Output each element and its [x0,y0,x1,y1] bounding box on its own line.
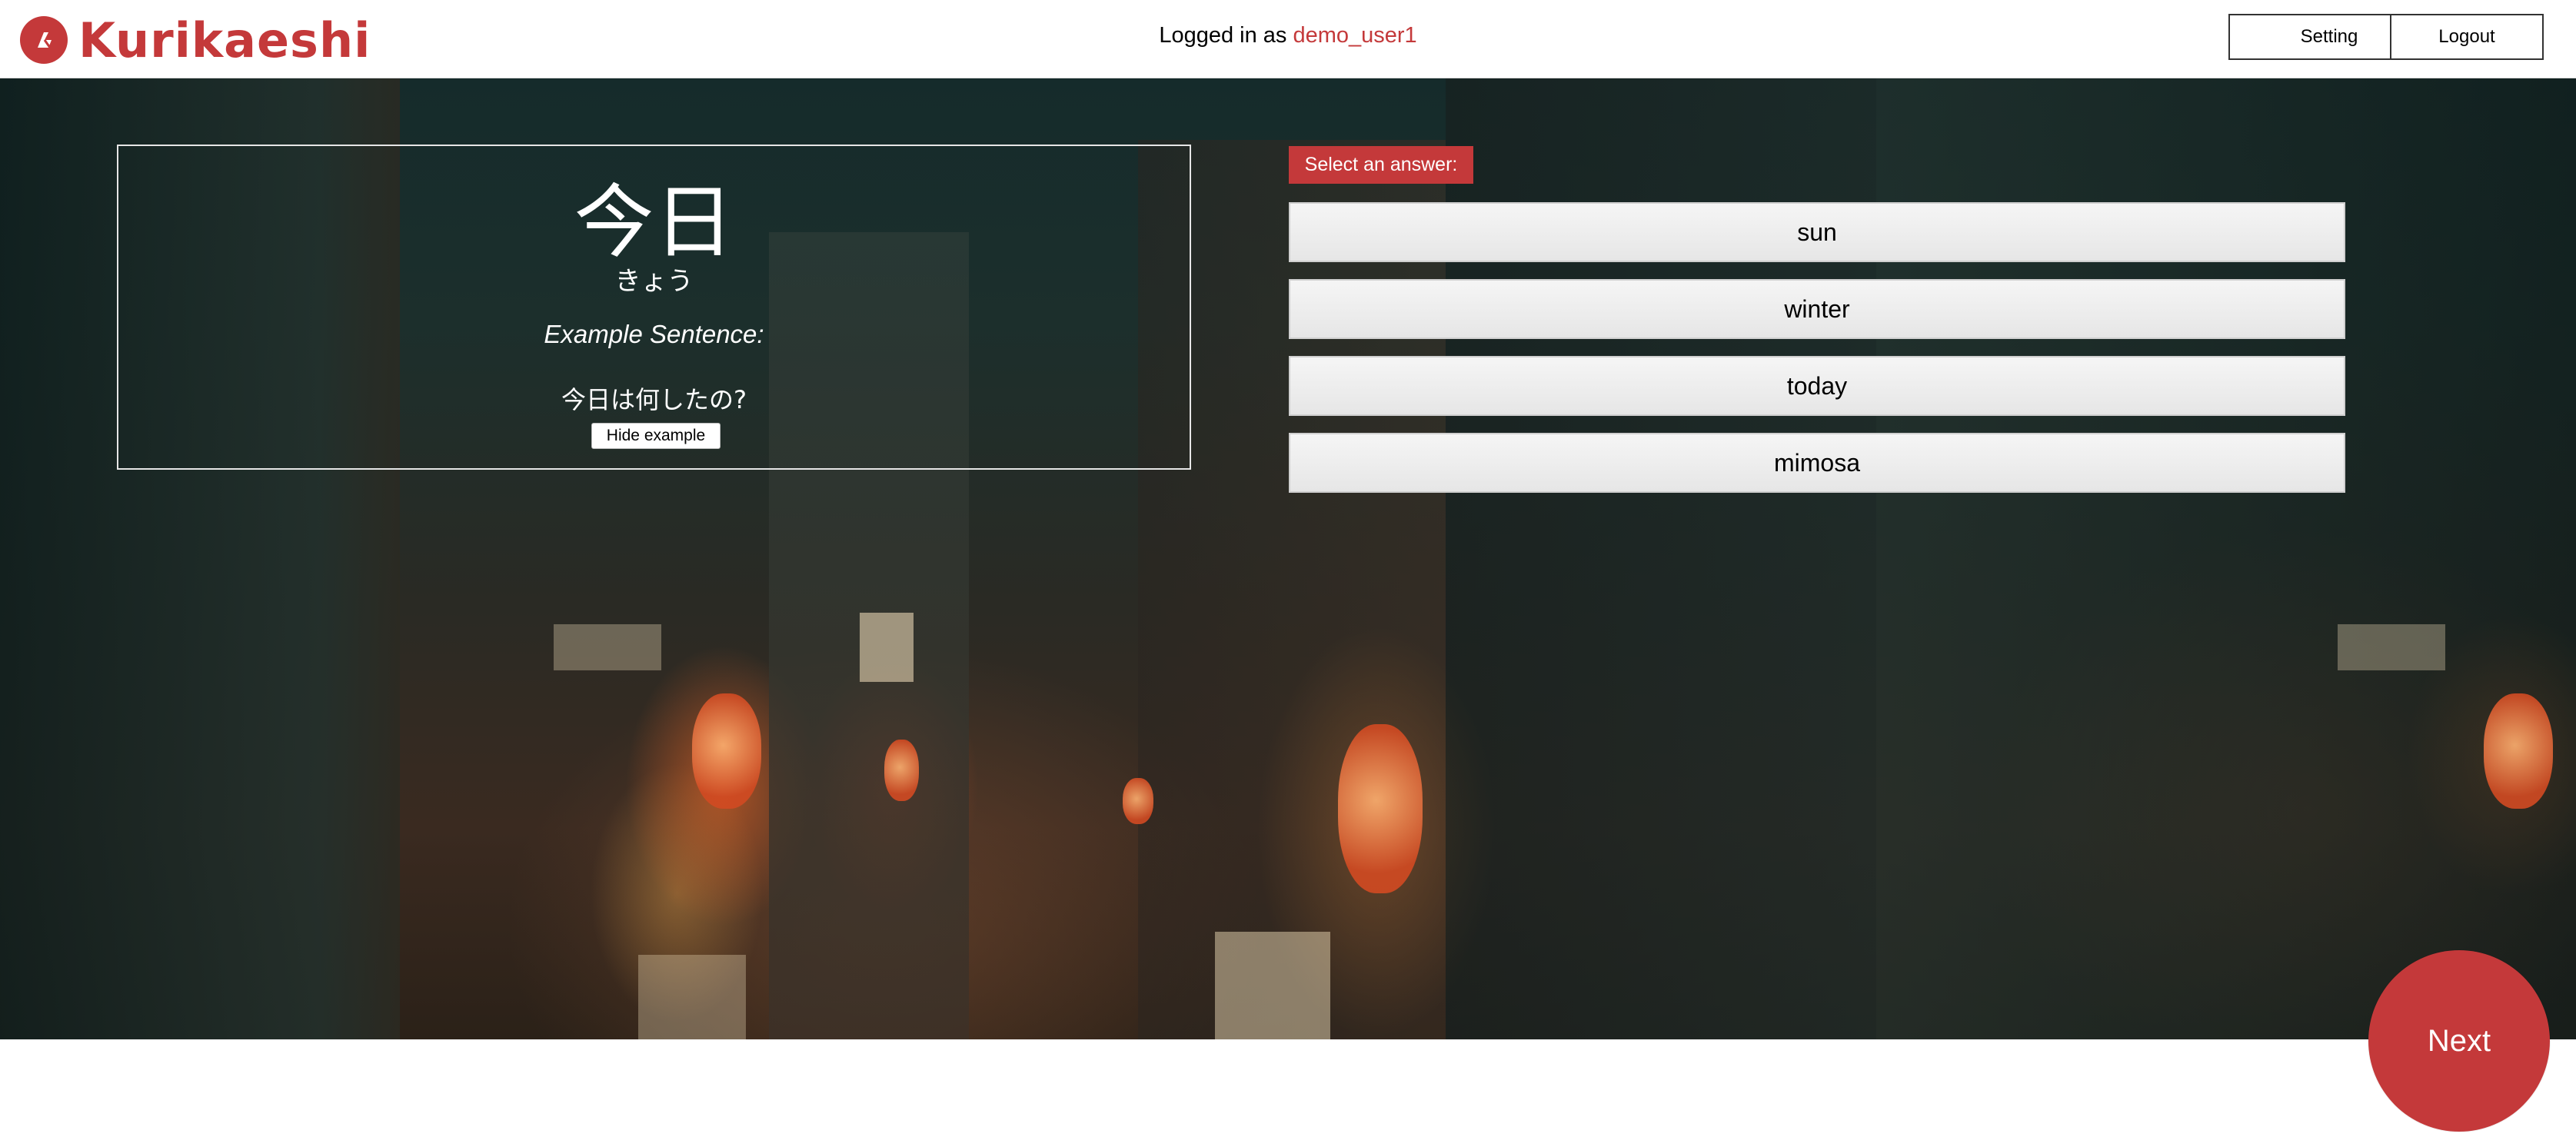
example-sentence: 今日は何したの? [561,385,747,414]
example-label: Example Sentence: [544,320,764,348]
next-button[interactable]: Next [2368,950,2550,1132]
answer-option-winter[interactable]: winter [1289,279,2345,339]
answer-prompt: Select an answer: [1289,146,1473,184]
hide-example-button[interactable]: Hide example [591,423,721,449]
vocab-card: 今日 きょう Example Sentence: 今日は何したの? Hide e… [117,145,1191,470]
app-header: Kurikaeshi Logged in as demo_user1 Setti… [0,0,2576,78]
login-status: Logged in as demo_user1 [0,23,2576,48]
kanji-word: 今日 [574,175,734,269]
login-prefix: Logged in as [1159,23,1293,48]
answer-option-sun[interactable]: sun [1289,202,2345,262]
answer-option-today[interactable]: today [1289,356,2345,416]
answer-option-mimosa[interactable]: mimosa [1289,433,2345,493]
kana-reading: きょう [614,266,694,297]
logout-button[interactable]: Logout [2390,14,2544,60]
username: demo_user1 [1293,23,1417,48]
